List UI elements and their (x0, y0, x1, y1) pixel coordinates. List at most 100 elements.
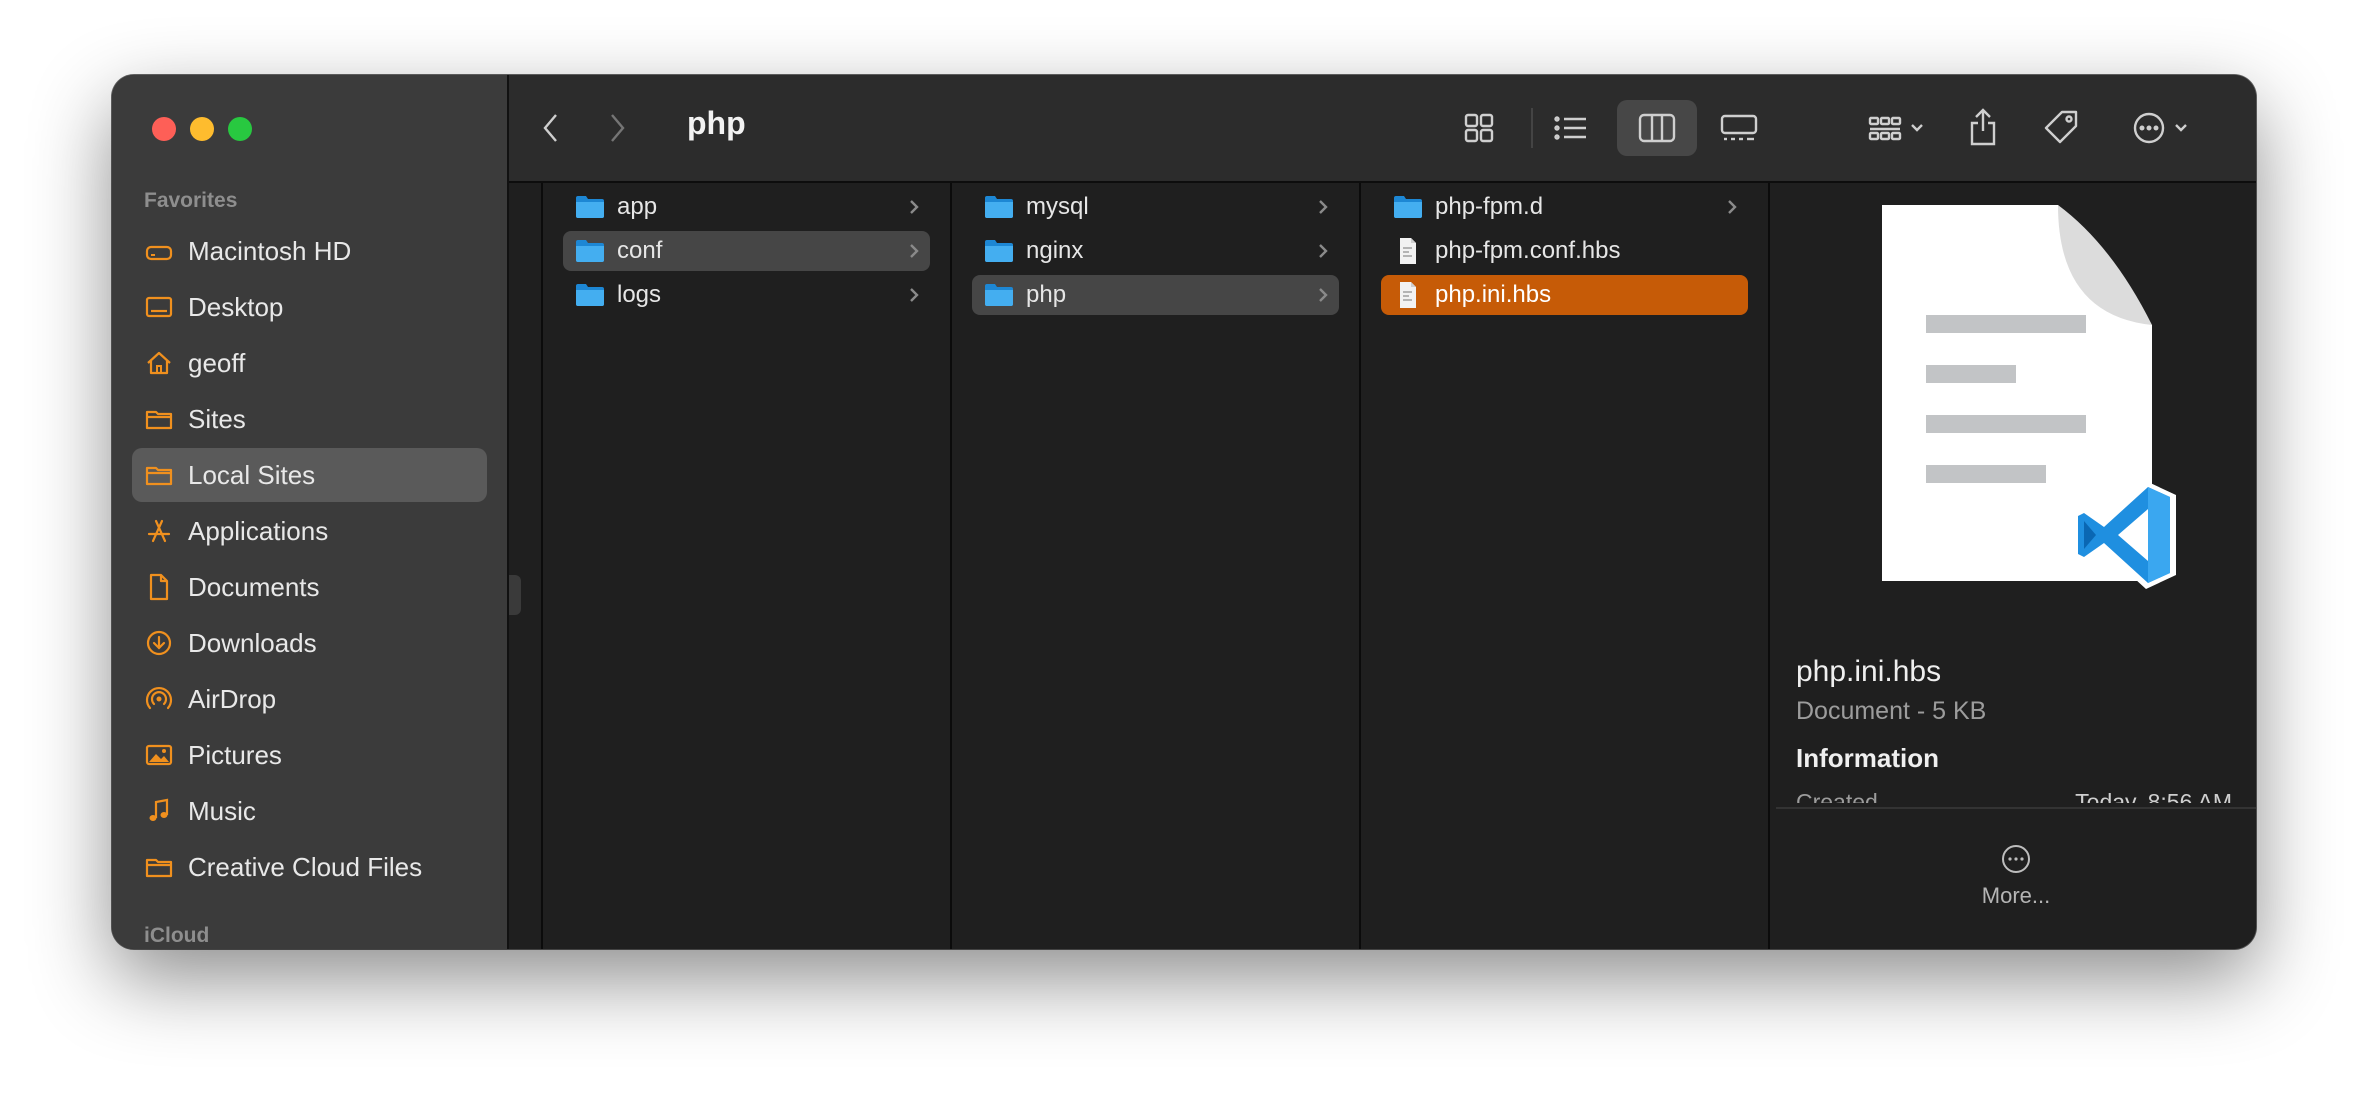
file-icon (1393, 238, 1423, 264)
close-button[interactable] (152, 117, 176, 141)
item-name: php-fpm.d (1435, 193, 1544, 220)
sidebar-item-geoff[interactable]: geoff (132, 336, 487, 390)
list-view-icon (1554, 116, 1586, 140)
sidebar-item-label: Desktop (188, 291, 284, 322)
toolbar: php (509, 75, 2256, 183)
divider (1776, 807, 2256, 809)
folder-icon (984, 282, 1014, 308)
column-2: mysql nginx php (952, 183, 1361, 949)
created-label: Created (1796, 789, 1878, 803)
document-preview-icon (1872, 205, 2192, 610)
sidebar-item-creative-cloud-files[interactable]: Creative Cloud Files (132, 840, 487, 894)
list-item-folder-mysql[interactable]: mysql (972, 187, 1339, 227)
sidebar-item-pictures[interactable]: Pictures (132, 728, 487, 782)
sidebar-item-documents[interactable]: Documents (132, 560, 487, 614)
list-view-button[interactable] (1545, 102, 1597, 154)
sidebar-item-sites[interactable]: Sites (132, 392, 487, 446)
column-3: php-fpm.d php-fpm.conf.hbs php.ini.hbs (1361, 183, 1770, 949)
sidebar-item-label: Downloads (188, 627, 317, 658)
gallery-view-button[interactable] (1709, 102, 1769, 154)
harddrive-icon (144, 236, 174, 266)
airdrop-icon (144, 684, 174, 714)
item-name: conf (617, 237, 663, 264)
share-button[interactable] (1957, 99, 2009, 155)
chevron-right-icon (1317, 284, 1329, 312)
folder-icon (144, 852, 174, 882)
sidebar-item-label: AirDrop (188, 683, 277, 714)
folder-icon (575, 282, 605, 308)
sidebar-item-applications[interactable]: Applications (132, 504, 487, 558)
pictures-icon (144, 740, 174, 770)
item-name: mysql (1026, 193, 1089, 220)
chevron-right-icon (1726, 196, 1738, 224)
sidebar-item-local-sites[interactable]: Local Sites (132, 448, 487, 502)
list-item-folder-logs[interactable]: logs (563, 275, 930, 315)
back-button[interactable] (531, 108, 571, 148)
ellipsis-circle-icon (2002, 845, 2030, 873)
created-value: Today, 8:56 AM (2075, 789, 2232, 803)
column-resize-handle[interactable] (509, 575, 521, 615)
sidebar-item-music[interactable]: Music (132, 784, 487, 838)
more-button[interactable] (1998, 841, 2034, 882)
sidebar-item-downloads[interactable]: Downloads (132, 616, 487, 670)
list-item-file-php-ini[interactable]: php.ini.hbs (1381, 275, 1748, 315)
folder-icon (144, 460, 174, 490)
sidebar-item-macintosh-hd[interactable]: Macintosh HD (132, 224, 487, 278)
chevron-left-icon (543, 114, 557, 142)
sidebar-item-label: Applications (188, 515, 329, 546)
tag-icon (2044, 110, 2078, 144)
document-icon (144, 572, 174, 602)
toolbar-divider (1531, 108, 1533, 148)
folder-icon (144, 404, 174, 434)
preview-filename: php.ini.hbs (1796, 655, 1942, 688)
information-heading: Information (1796, 743, 1939, 773)
icon-view-button[interactable] (1453, 102, 1505, 154)
sidebar-item-label: Local Sites (188, 459, 316, 490)
window-controls (152, 117, 252, 141)
column-overflow (509, 183, 543, 949)
sidebar-item-desktop[interactable]: Desktop (132, 280, 487, 334)
action-menu-button[interactable] (2123, 102, 2203, 154)
column-view-button[interactable] (1617, 100, 1697, 156)
minimize-button[interactable] (190, 117, 214, 141)
chevron-right-icon (908, 196, 920, 224)
folder-icon (984, 238, 1014, 264)
sidebar-item-label: Creative Cloud Files (188, 851, 423, 882)
list-item-folder-php-fpm-d[interactable]: php-fpm.d (1381, 187, 1748, 227)
folder-icon (984, 194, 1014, 220)
icloud-heading: iCloud (144, 924, 210, 947)
sidebar-item-airdrop[interactable]: AirDrop (132, 672, 487, 726)
chevron-right-icon (1317, 240, 1329, 268)
forward-button[interactable] (597, 108, 637, 148)
ellipsis-circle-icon (2133, 112, 2187, 144)
window-title: php (687, 105, 746, 141)
folder-icon (575, 238, 605, 264)
gallery-view-icon (1720, 114, 1758, 141)
list-item-folder-app[interactable]: app (563, 187, 930, 227)
sidebar-item-label: Music (188, 795, 256, 826)
list-item-folder-conf[interactable]: conf (563, 231, 930, 271)
folder-icon (1393, 194, 1423, 220)
more-label[interactable]: More... (1776, 883, 2256, 909)
home-icon (144, 348, 174, 378)
column-1: app conf logs (543, 183, 952, 949)
chevron-right-icon (908, 284, 920, 312)
column-view-icon (1638, 113, 1676, 143)
item-name: php (1026, 281, 1067, 308)
item-name: php-fpm.conf.hbs (1435, 237, 1621, 264)
sidebar-item-label: geoff (188, 347, 246, 378)
list-item-file-php-fpm-conf[interactable]: php-fpm.conf.hbs (1381, 231, 1748, 271)
zoom-button[interactable] (228, 117, 252, 141)
preview-kind-size: Document - 5 KB (1796, 697, 1987, 725)
item-name: app (617, 193, 658, 220)
item-name: logs (617, 281, 662, 308)
folder-icon (575, 194, 605, 220)
group-by-button[interactable] (1859, 102, 1939, 154)
group-icon (1868, 116, 1923, 141)
list-item-folder-php[interactable]: php (972, 275, 1339, 315)
tags-button[interactable] (2035, 101, 2087, 155)
share-icon (1970, 108, 1996, 146)
list-item-folder-nginx[interactable]: nginx (972, 231, 1339, 271)
download-icon (144, 628, 174, 658)
chevron-right-icon (1317, 196, 1329, 224)
